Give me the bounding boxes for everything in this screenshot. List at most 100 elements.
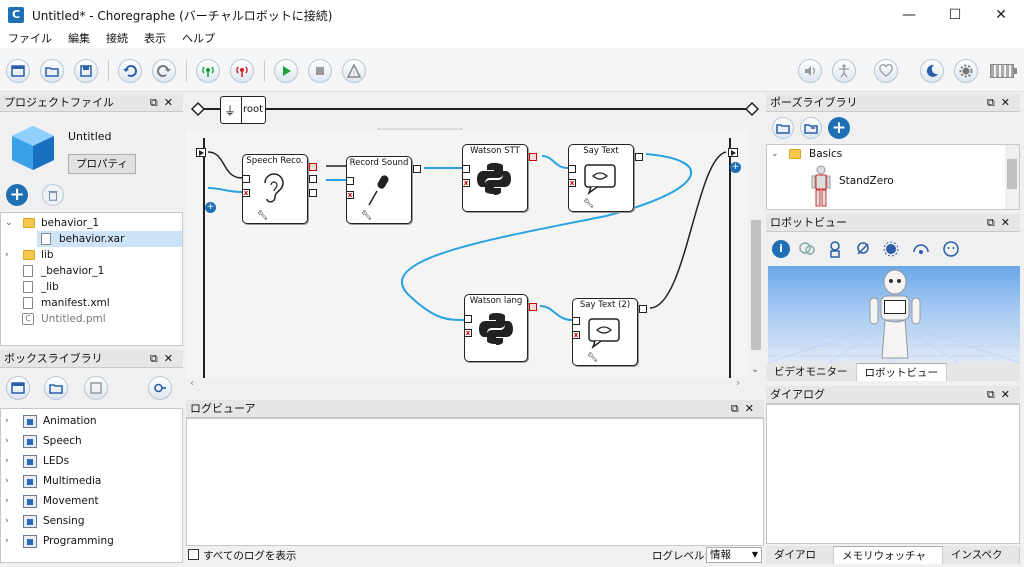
chevron-right-icon[interactable]: › — [5, 453, 15, 469]
box-speech-reco[interactable]: Speech Reco. x 🔧︎ — [242, 154, 317, 224]
panel-controls[interactable]: ⧉✕ — [987, 386, 1016, 404]
box-category-movement[interactable]: › Movement — [1, 493, 182, 509]
onstop-input-port[interactable]: x — [242, 189, 250, 197]
new-project-button[interactable] — [6, 59, 30, 83]
add-file-button[interactable]: + — [6, 184, 28, 206]
import-pose-button[interactable] — [800, 117, 822, 139]
chevron-right-icon[interactable]: › — [736, 378, 740, 389]
panel-controls[interactable]: ⧉✕ — [731, 400, 760, 418]
menu-connect[interactable]: 接続 — [98, 30, 136, 48]
stop-button[interactable] — [308, 59, 332, 83]
onstopped-output-port[interactable] — [413, 165, 421, 173]
box-view-button[interactable] — [84, 376, 108, 400]
canvas-vertical-scrollbar[interactable]: ⌄ — [748, 130, 764, 378]
onstop-input-port[interactable]: x — [572, 331, 580, 339]
tab-video-monitor[interactable]: ビデオモニター — [766, 363, 857, 381]
onstopped-output-port[interactable] — [639, 305, 647, 313]
delete-file-button[interactable] — [42, 184, 64, 206]
info-button[interactable]: i — [772, 240, 790, 258]
panel-controls[interactable]: ⧉✕ — [150, 94, 179, 112]
top-view-button[interactable] — [882, 240, 900, 258]
open-box-library-button[interactable] — [44, 376, 68, 400]
canvas-horizontal-scrollbar[interactable]: ‹ › — [186, 378, 748, 392]
show-all-logs-checkbox[interactable] — [188, 549, 199, 560]
onstopped-output-port[interactable] — [529, 303, 537, 311]
tree-item-behavior-1[interactable]: ⌄ behavior_1 — [1, 215, 182, 231]
box-category-sensing[interactable]: › Sensing — [1, 513, 182, 529]
onstart-input-port[interactable] — [464, 315, 472, 323]
disconnect-button[interactable] — [230, 59, 254, 83]
box-record-sound[interactable]: Record Sound x 🔧︎ — [346, 156, 421, 224]
log-output-area[interactable] — [186, 418, 764, 546]
onstop-input-port[interactable]: x — [568, 179, 576, 187]
chevron-down-icon[interactable]: ⌄ — [751, 364, 759, 375]
tree-item-lib[interactable]: › lib — [1, 247, 182, 263]
tree-item-lib-hidden[interactable]: _lib — [1, 279, 182, 295]
menu-file[interactable]: ファイル — [0, 30, 60, 48]
chevron-right-icon[interactable]: › — [5, 493, 15, 509]
log-level-select[interactable]: 情報 ▼ — [706, 547, 762, 563]
chevron-left-icon[interactable]: ‹ — [190, 378, 194, 389]
tree-item-behavior-xar[interactable]: behavior.xar — [37, 231, 182, 247]
tree-item-pml[interactable]: C Untitled.pml — [1, 311, 182, 327]
chevron-right-icon[interactable]: › — [5, 413, 15, 429]
panel-controls[interactable]: ⧉✕ — [150, 350, 179, 368]
onstart-input-port[interactable] — [346, 177, 354, 185]
open-project-button[interactable] — [40, 59, 64, 83]
camera-view-button[interactable] — [912, 240, 930, 258]
front-view-button[interactable] — [826, 240, 844, 258]
panel-controls[interactable]: ⧉✕ — [987, 94, 1016, 112]
add-input-icon[interactable]: + — [205, 202, 216, 213]
panel-controls[interactable]: ⧉✕ — [987, 214, 1016, 232]
box-category-programming[interactable]: › Programming — [1, 533, 182, 549]
chevron-right-icon[interactable]: › — [5, 513, 15, 529]
scrollbar-thumb[interactable] — [751, 220, 761, 350]
settings-button[interactable] — [954, 59, 978, 83]
onstopped-output-port[interactable] — [309, 163, 317, 171]
play-button[interactable] — [274, 59, 298, 83]
undo-button[interactable] — [118, 59, 142, 83]
onstop-input-port[interactable]: x — [346, 191, 354, 199]
box-category-speech[interactable]: › Speech — [1, 433, 182, 449]
onstart-input-port[interactable] — [242, 175, 250, 183]
dialog-content-area[interactable] — [766, 404, 1020, 544]
onstopped-output-port[interactable] — [635, 153, 643, 161]
head-view-button[interactable] — [798, 240, 816, 258]
root-breadcrumb[interactable]: ⏚ root — [220, 96, 266, 124]
tab-dialog[interactable]: ダイアログ — [766, 546, 835, 564]
rest-button[interactable] — [920, 59, 944, 83]
onstopped-output-port[interactable] — [529, 153, 537, 161]
nowords-output-port[interactable] — [309, 189, 317, 197]
onstart-input-port[interactable] — [568, 165, 576, 173]
menu-edit[interactable]: 編集 — [60, 30, 98, 48]
box-say-text-2[interactable]: Say Text (2) x 🔧︎ — [572, 298, 647, 366]
chevron-right-icon[interactable]: › — [5, 473, 15, 489]
chevron-down-icon[interactable]: ⌄ — [5, 215, 15, 231]
minimize-button[interactable]: — — [886, 0, 932, 30]
new-box-library-button[interactable] — [6, 376, 30, 400]
flow-diagram-canvas[interactable]: + + Speech Reco. x 🔧︎ Record Sound x 🔧︎ … — [186, 130, 748, 378]
pose-folder-basics[interactable]: ⌄ Basics — [767, 146, 1003, 162]
autonomous-life-button[interactable] — [874, 59, 898, 83]
tab-inspector[interactable]: インスペクタ — [943, 546, 1020, 564]
save-project-button[interactable] — [74, 59, 98, 83]
tree-item-manifest[interactable]: manifest.xml — [1, 295, 182, 311]
side-view-button[interactable] — [854, 240, 872, 258]
add-pose-button[interactable]: + — [828, 117, 850, 139]
box-watson-lang[interactable]: Watson lang x — [464, 294, 537, 362]
onstart-input-port[interactable] — [572, 317, 580, 325]
onstart-input-port[interactable] — [462, 165, 470, 173]
chevron-right-icon[interactable]: › — [5, 433, 15, 449]
properties-button[interactable]: プロパティ — [68, 154, 136, 174]
open-pose-library-button[interactable] — [772, 117, 794, 139]
maximize-button[interactable]: ☐ — [932, 0, 978, 30]
stiffness-button[interactable] — [832, 59, 856, 83]
box-category-leds[interactable]: › LEDs — [1, 453, 182, 469]
box-say-text[interactable]: Say Text x 🔧︎ — [568, 144, 643, 212]
chevron-down-icon[interactable]: ⌄ — [771, 146, 781, 162]
onstop-input-port[interactable]: x — [464, 329, 472, 337]
tree-item-behavior-1-hidden[interactable]: _behavior_1 — [1, 263, 182, 279]
tab-robot-view[interactable]: ロボットビュー — [856, 363, 947, 381]
volume-button[interactable] — [798, 59, 822, 83]
pose-item-standzero[interactable]: StandZero — [839, 175, 894, 187]
